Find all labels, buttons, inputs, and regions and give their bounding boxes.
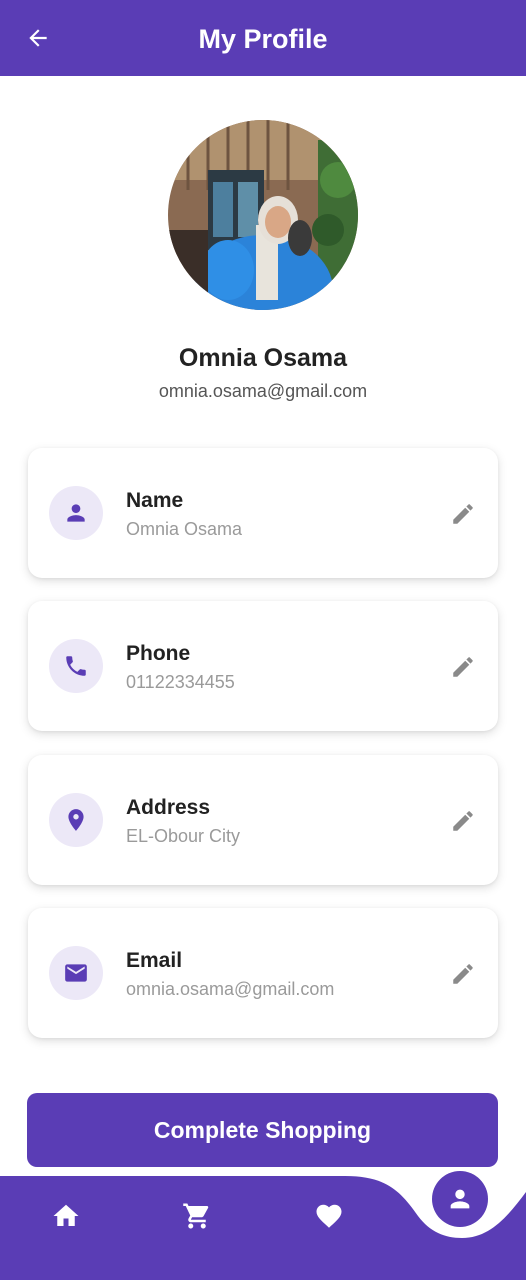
name-card[interactable]: Name Omnia Osama [28,448,498,578]
complete-shopping-button[interactable]: Complete Shopping [27,1093,498,1167]
mail-icon-badge [49,946,103,1000]
home-icon [53,1204,79,1226]
edit-icon [453,964,473,984]
email-card[interactable]: Email omnia.osama@gmail.com [28,908,498,1038]
cart-icon [183,1203,209,1229]
phone-label: Phone [126,642,191,665]
edit-address-button[interactable] [450,808,476,834]
profile-photo [168,120,358,310]
name-value: Omnia Osama [126,519,243,539]
avatar[interactable] [168,120,358,310]
heart-icon [316,1204,342,1228]
profile-email: omnia.osama@gmail.com [158,381,368,401]
edit-icon [453,811,473,831]
edit-email-button[interactable] [450,961,476,987]
location-pin-icon [68,809,84,831]
phone-card[interactable]: Phone 01122334455 [28,601,498,731]
phone-icon-badge [49,639,103,693]
edit-name-button[interactable] [450,501,476,527]
address-value: EL-Obour City [126,826,241,846]
edit-phone-button[interactable] [450,654,476,680]
nav-profile[interactable] [432,1171,488,1227]
phone-value: 01122334455 [126,672,235,692]
person-icon [67,504,85,522]
nav-home[interactable] [46,1196,86,1236]
email-label: Email [126,949,183,972]
nav-cart[interactable] [177,1196,217,1236]
name-label: Name [126,489,184,512]
bottom-navigation [0,1171,526,1280]
nav-favorites[interactable] [309,1196,349,1236]
edit-icon [453,504,473,524]
page-title: My Profile [198,24,328,54]
edit-icon [453,657,473,677]
mail-icon [65,964,87,982]
phone-icon [66,656,86,676]
location-icon-badge [49,793,103,847]
email-value: omnia.osama@gmail.com [126,979,335,999]
address-card[interactable]: Address EL-Obour City [28,755,498,885]
person-icon-badge [49,486,103,540]
profile-name: Omnia Osama [178,344,348,372]
app-bar: My Profile [0,0,526,76]
profile-icon [450,1189,470,1209]
address-label: Address [126,796,211,819]
